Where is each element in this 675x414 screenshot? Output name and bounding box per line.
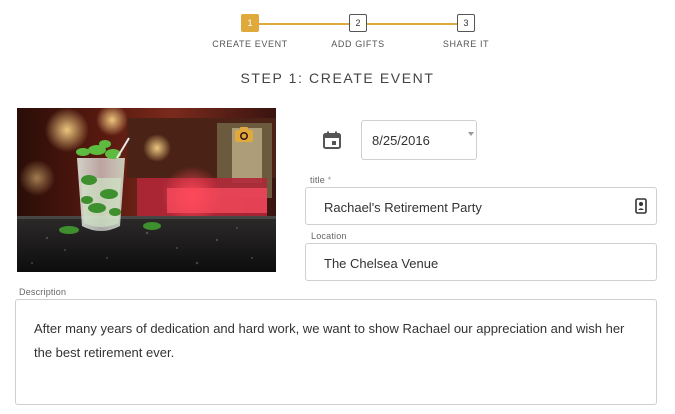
step-1-label: CREATE EVENT — [212, 39, 288, 49]
location-field-label: Location — [311, 231, 347, 241]
change-photo-button[interactable] — [234, 126, 254, 144]
step-2-label: ADD GIFTS — [331, 39, 385, 49]
required-marker: * — [327, 175, 332, 185]
progress-stepper: 1 2 3 CREATE EVENT ADD GIFTS SHARE IT — [0, 0, 675, 60]
title-field-label: title * — [310, 175, 331, 185]
description-field-value: After many years of dedication and hard … — [34, 321, 625, 360]
step-3-indicator[interactable]: 3 — [457, 14, 475, 32]
title-field[interactable]: Rachael's Retirement Party — [305, 187, 657, 225]
step-2-indicator[interactable]: 2 — [349, 14, 367, 32]
camera-icon — [235, 127, 253, 142]
event-date-value: 8/25/2016 — [372, 133, 430, 148]
stepper-connector — [259, 23, 349, 25]
page-title: STEP 1: CREATE EVENT — [240, 70, 435, 86]
contact-card-icon[interactable] — [635, 198, 647, 214]
location-field[interactable]: The Chelsea Venue — [305, 243, 657, 281]
stepper-connector — [367, 23, 457, 25]
title-field-value: Rachael's Retirement Party — [324, 200, 482, 215]
description-field-label: Description — [19, 287, 67, 297]
calendar-icon — [322, 130, 342, 150]
event-date-select[interactable]: 8/25/2016 — [361, 120, 477, 160]
description-field[interactable]: After many years of dedication and hard … — [15, 299, 657, 405]
step-3-label: SHARE IT — [442, 39, 490, 49]
title-label-text: title — [310, 175, 326, 185]
step-1-indicator[interactable]: 1 — [241, 14, 259, 32]
location-field-value: The Chelsea Venue — [324, 256, 439, 271]
chevron-down-icon — [468, 132, 474, 136]
